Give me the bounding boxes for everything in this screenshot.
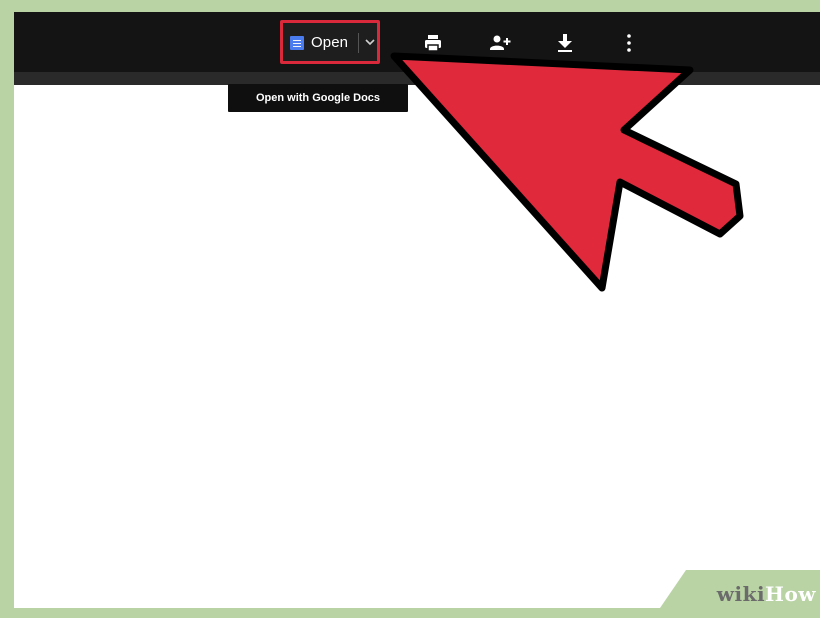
wikihow-how-text: How — [765, 582, 816, 606]
docs-icon — [290, 36, 304, 50]
add-person-icon[interactable] — [488, 32, 511, 54]
wikihow-logo-text: wikiHow — [717, 582, 816, 606]
wikihow-wiki-text: wiki — [716, 582, 766, 606]
red-pointer-arrow-icon — [390, 52, 744, 292]
toolbar-bottom-strip — [14, 72, 820, 85]
print-icon[interactable] — [422, 32, 444, 54]
open-with-button-group[interactable]: Open — [280, 20, 380, 64]
open-button-divider — [358, 33, 359, 53]
drive-preview-window: Open Open with Google Docs wikiHow — [14, 12, 820, 608]
chevron-down-icon[interactable] — [363, 33, 377, 51]
wikihow-watermark: wikiHow — [660, 570, 820, 608]
more-vert-icon[interactable] — [618, 32, 640, 54]
open-button-label[interactable]: Open — [311, 34, 348, 51]
preview-toolbar: Open — [14, 12, 820, 72]
open-with-tooltip: Open with Google Docs — [228, 84, 408, 112]
download-icon[interactable] — [554, 32, 576, 54]
image-frame: Open Open with Google Docs wikiHow — [0, 0, 820, 618]
